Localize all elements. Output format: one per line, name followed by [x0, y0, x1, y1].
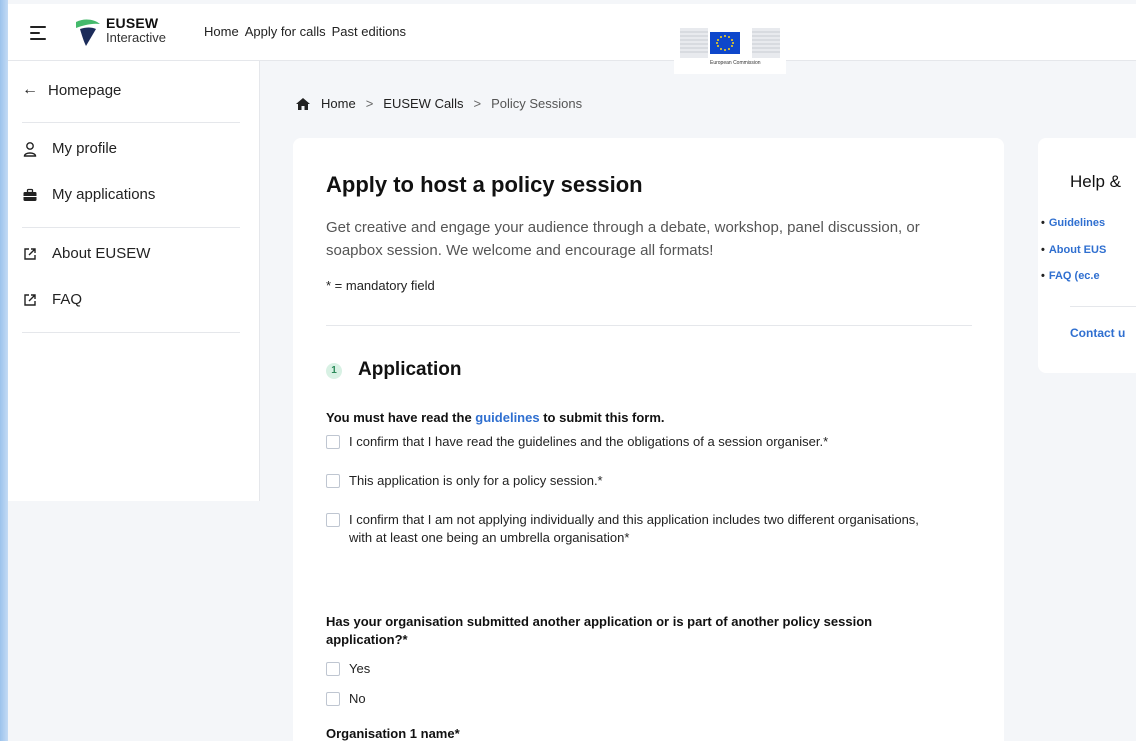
organisation-1-name-label: Organisation 1 name* — [326, 726, 460, 741]
nav-apply-for-calls[interactable]: Apply for calls — [245, 24, 326, 39]
guidelines-link[interactable]: guidelines — [475, 410, 539, 425]
breadcrumb-separator: > — [365, 96, 374, 111]
confirm-policy-session-row: This application is only for a policy se… — [326, 472, 603, 490]
answer-yes-checkbox[interactable] — [326, 662, 340, 676]
sidebar-item-label: My profile — [52, 140, 118, 157]
top-bar: EUSEW Interactive Home Apply for calls P… — [8, 4, 1136, 74]
answer-yes-label: Yes — [349, 661, 371, 676]
eusew-logo-icon[interactable] — [72, 16, 102, 48]
page-title: Apply to host a policy session — [326, 172, 643, 197]
confirm-policy-session-checkbox[interactable] — [326, 474, 340, 488]
breadcrumb-policy-sessions: Policy Sessions — [491, 96, 583, 111]
confirm-organisations-label: I confirm that I am not applying individ… — [349, 512, 919, 545]
breadcrumb-separator: > — [473, 96, 482, 111]
help-card: Help & • Guidelines • About EUS • FAQ (ec.e… — [1038, 138, 1136, 373]
logo-subtitle: Interactive — [106, 30, 166, 45]
top-nav: Home Apply for calls Past editions — [204, 24, 406, 39]
external-link-icon — [24, 293, 36, 306]
sidebar-divider — [22, 122, 240, 123]
logo-title: EUSEW — [106, 15, 159, 31]
section-number-badge: 1 — [326, 363, 342, 379]
answer-no-checkbox[interactable] — [326, 692, 340, 706]
other-application-question: Has your organisation submitted another … — [326, 614, 873, 647]
breadcrumb-eusew-calls[interactable]: EUSEW Calls — [383, 96, 463, 111]
help-contact-link[interactable]: Contact u — [1070, 326, 1125, 340]
breadcrumb: Home > EUSEW Calls > Policy Sessions — [295, 96, 582, 111]
sidebar-item-my-applications[interactable]: My applications — [22, 186, 155, 203]
briefcase-icon — [23, 188, 37, 201]
sidebar-back-label: Homepage — [48, 81, 122, 99]
help-link-about[interactable]: • About EUS — [1041, 244, 1106, 256]
help-link-label: Guidelines — [1048, 217, 1106, 229]
breadcrumb-home[interactable]: Home — [321, 96, 356, 111]
sidebar-item-faq[interactable]: FAQ — [22, 291, 82, 308]
form-intro: Get creative and engage your audience th… — [326, 219, 920, 259]
application-form-card: Apply to host a policy session Get creat… — [293, 138, 1004, 741]
answer-yes-row: Yes — [326, 660, 370, 678]
ec-logo-text: European Commission — [710, 60, 761, 66]
help-link-faq[interactable]: • FAQ (ec.e — [1041, 270, 1100, 282]
help-link-label: About EUS — [1048, 244, 1107, 256]
mandatory-note: * = mandatory field — [326, 278, 435, 293]
sidebar: ← Homepage My profile My applications Ab… — [8, 61, 260, 501]
sidebar-item-label: FAQ — [52, 291, 83, 308]
sidebar-divider — [22, 332, 240, 333]
form-divider — [326, 325, 972, 326]
confirm-guidelines-row: I confirm that I have read the guideline… — [326, 433, 828, 451]
sidebar-item-label: About EUSEW — [52, 245, 151, 262]
answer-no-row: No — [326, 690, 366, 708]
guidelines-notice-suffix: to submit this form. — [539, 410, 665, 425]
confirm-organisations-checkbox[interactable] — [326, 513, 340, 527]
sidebar-divider — [22, 227, 240, 228]
home-icon[interactable] — [295, 97, 311, 111]
external-link-icon — [24, 247, 36, 260]
confirm-guidelines-checkbox[interactable] — [326, 435, 340, 449]
help-divider — [1070, 306, 1136, 307]
sidebar-item-about-eusew[interactable]: About EUSEW — [22, 245, 150, 262]
user-icon — [23, 141, 37, 157]
menu-icon[interactable] — [30, 26, 46, 40]
guidelines-notice-prefix: You must have read the — [326, 410, 476, 425]
section-title: Application — [358, 359, 462, 380]
confirm-guidelines-label: I confirm that I have read the guideline… — [349, 434, 829, 449]
help-link-label: FAQ (ec.e — [1048, 270, 1100, 282]
logo-text[interactable]: EUSEW Interactive — [106, 16, 166, 44]
sidebar-back-homepage[interactable]: ← Homepage — [22, 81, 121, 99]
nav-past-editions[interactable]: Past editions — [332, 24, 406, 39]
arrow-left-icon: ← — [22, 81, 38, 98]
answer-no-label: No — [349, 691, 366, 706]
help-title: Help & — [1070, 172, 1122, 191]
guidelines-notice: You must have read the guidelines to sub… — [326, 410, 665, 425]
confirm-policy-session-label: This application is only for a policy se… — [349, 473, 603, 488]
nav-home[interactable]: Home — [204, 24, 239, 39]
european-commission-logo: European Commission — [674, 10, 786, 74]
sidebar-item-label: My applications — [52, 186, 156, 203]
sidebar-item-my-profile[interactable]: My profile — [22, 140, 117, 157]
help-link-guidelines[interactable]: • Guidelines — [1041, 217, 1105, 229]
confirm-organisations-row: I confirm that I am not applying individ… — [326, 511, 926, 547]
